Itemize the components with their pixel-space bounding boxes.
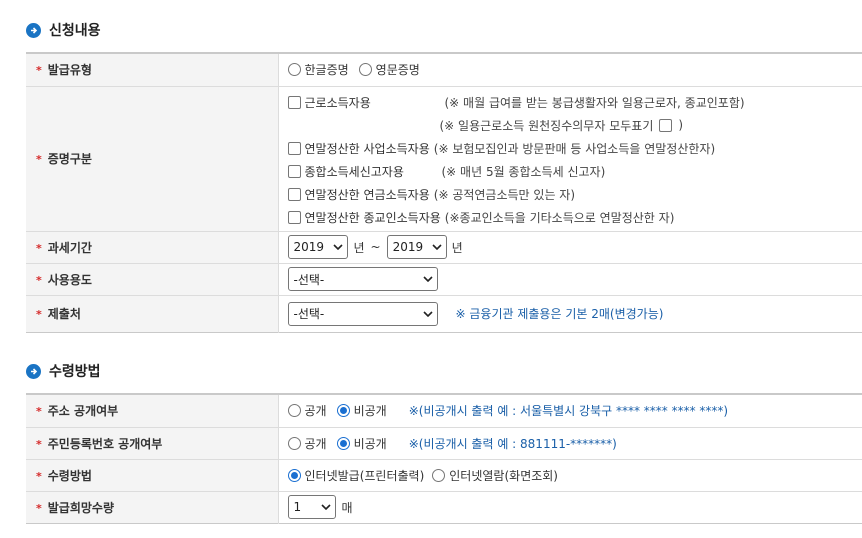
select-quantity[interactable]: 1 bbox=[287, 495, 336, 519]
radio-address-private[interactable] bbox=[336, 404, 350, 418]
list-item: 근로소득자용 (※ 매월 급여를 받는 봉급생활자와 일용근로자, 종교인포함) bbox=[287, 91, 862, 114]
radio-korean-cert[interactable] bbox=[287, 63, 301, 77]
row-quantity: * 발급희망수량 1 매 bbox=[26, 490, 862, 523]
select-tax-year-to[interactable]: 2019 bbox=[386, 235, 447, 259]
row-address-public: * 주소 공개여부 공개 비공개 ※(비공개시 출력 예 : 서울특별시 강북구 … bbox=[26, 393, 862, 427]
label-quantity: * 발급희망수량 bbox=[26, 490, 279, 523]
address-public-note: ※(비공개시 출력 예 : 서울특별시 강북구 **** **** **** *… bbox=[408, 404, 729, 419]
row-tax-period: * 과세기간 2019 년 ~ 2019 년 bbox=[26, 230, 862, 263]
radio-address-public[interactable] bbox=[287, 404, 301, 418]
row-cert-type: * 증명구분 근로소득자용 (※ 매월 급여를 받는 봉급생활자와 일용근로자, … bbox=[26, 85, 862, 231]
checkbox-earned-income[interactable] bbox=[287, 95, 301, 109]
label-address-public: * 주소 공개여부 bbox=[26, 393, 279, 427]
checkbox-religious-income[interactable] bbox=[287, 210, 301, 224]
chevron-down-icon bbox=[432, 244, 442, 250]
list-item: 연말정산한 사업소득자용 (※ 보험모집인과 방문판매 등 사업소득을 연말정산… bbox=[287, 137, 862, 160]
radio-rrn-public[interactable] bbox=[287, 436, 301, 450]
chevron-down-icon bbox=[332, 244, 343, 250]
checkbox-pension-income[interactable] bbox=[287, 187, 301, 201]
list-item: 연말정산한 연금소득자용 (※ 공적연금소득만 있는 자) bbox=[287, 183, 862, 206]
checkbox-daily-withholding-all[interactable] bbox=[659, 118, 673, 132]
section-title-text: 수령방법 bbox=[49, 364, 101, 380]
chevron-down-icon bbox=[422, 310, 433, 317]
checkbox-business-income[interactable] bbox=[287, 141, 301, 155]
receive-form-table: * 주소 공개여부 공개 비공개 ※(비공개시 출력 예 : 서울특별시 강북구 … bbox=[26, 393, 862, 524]
select-usage[interactable]: -선택- bbox=[287, 267, 438, 291]
section-title-application: 신청내용 bbox=[26, 20, 101, 40]
radio-english-cert[interactable] bbox=[358, 63, 372, 77]
label-rrn-public: * 주민등록번호 공개여부 bbox=[26, 426, 279, 459]
list-item: (※ 일용근로소득 원천징수의무자 모두표기 ) bbox=[439, 118, 684, 133]
radio-rrn-private[interactable] bbox=[336, 436, 350, 450]
section-title-text: 신청내용 bbox=[49, 23, 101, 39]
label-tax-period: * 과세기간 bbox=[26, 230, 279, 263]
radio-internet-print[interactable] bbox=[287, 468, 301, 482]
row-receive-method: * 수령방법 인터넷발급(프린터출력) 인터넷열람(화면조회) bbox=[26, 458, 862, 491]
select-tax-year-from[interactable]: 2019 bbox=[287, 235, 348, 259]
list-item: 연말정산한 종교인소득자용 (※종교인소득을 기타소득으로 연말정산한 자) bbox=[287, 206, 862, 229]
radio-internet-view[interactable] bbox=[432, 468, 446, 482]
arrow-right-circle-icon bbox=[26, 22, 41, 38]
label-usage: * 사용용도 bbox=[26, 262, 279, 295]
radio-korean-cert-label: 한글증명 bbox=[304, 63, 349, 78]
radio-english-cert-label: 영문증명 bbox=[375, 63, 420, 78]
label-receive-method: * 수령방법 bbox=[26, 458, 279, 491]
row-submit-to: * 제출처 -선택- ※ 금융기관 제출용은 기본 2매(변경가능) bbox=[26, 294, 862, 332]
chevron-down-icon bbox=[320, 504, 331, 510]
label-cert-type: * 증명구분 bbox=[26, 85, 279, 231]
row-usage: * 사용용도 -선택- bbox=[26, 262, 862, 295]
rrn-public-note: ※(비공개시 출력 예 : 881111-*******) bbox=[408, 436, 617, 451]
section-title-receive: 수령방법 bbox=[26, 361, 101, 381]
list-item: 종합소득세신고자용 (※ 매년 5월 종합소득세 신고자) bbox=[287, 160, 862, 183]
label-submit-to: * 제출처 bbox=[26, 294, 279, 332]
checkbox-comprehensive-income[interactable] bbox=[287, 164, 301, 178]
select-submit-to[interactable]: -선택- bbox=[287, 301, 438, 326]
label-issue-type: * 발급유형 bbox=[26, 52, 279, 86]
application-form-table: * 발급유형 한글증명 영문증명 * 증명구분 근로소득자용 (※ 매월 급여를 받… bbox=[26, 52, 862, 333]
submit-to-note: ※ 금융기관 제출용은 기본 2매(변경가능) bbox=[455, 307, 664, 321]
arrow-right-circle-icon bbox=[26, 363, 41, 379]
row-issue-type: * 발급유형 한글증명 영문증명 bbox=[26, 52, 862, 86]
chevron-down-icon bbox=[422, 276, 433, 282]
row-rrn-public: * 주민등록번호 공개여부 공개 비공개 ※(비공개시 출력 예 : 881111… bbox=[26, 426, 862, 459]
